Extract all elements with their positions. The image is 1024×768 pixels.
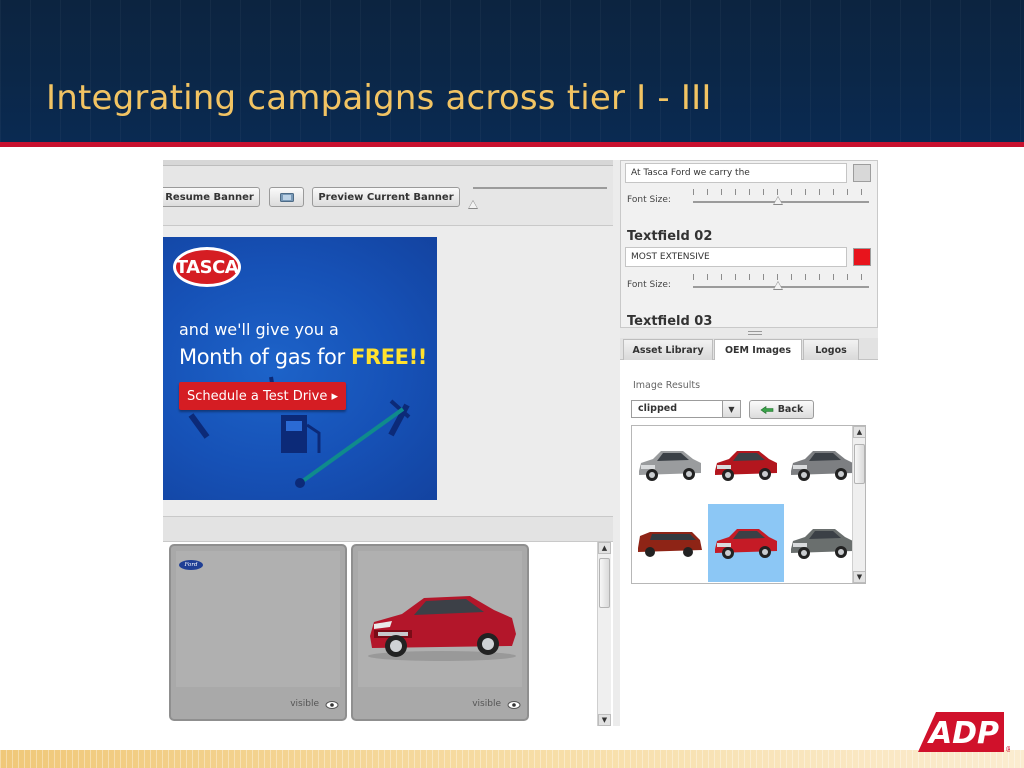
image-filter-select[interactable]: clipped ▼ (631, 400, 741, 418)
back-label: Back (777, 404, 804, 415)
car-image (715, 529, 777, 559)
header-texture (0, 0, 1024, 142)
zoom-slider[interactable] (473, 187, 607, 189)
slide-title: Integrating campaigns across tier I - II… (46, 78, 712, 118)
tab-oem-images[interactable]: OEM Images (714, 339, 802, 361)
image-filter-value: clipped (638, 403, 677, 414)
app-screenshot: Resume Banner Preview Current Banner TAS… (163, 160, 878, 726)
preview-toolbar: Resume Banner Preview Current Banner (163, 160, 613, 226)
snapshot-button[interactable] (269, 187, 304, 207)
footer-bar (0, 750, 1024, 768)
asset-strip: Ford visible visible ▲ ▼ (163, 542, 613, 726)
textfield-02-heading: Textfield 02 (627, 229, 713, 244)
car-image (715, 451, 777, 481)
scroll-up-arrow-icon[interactable]: ▲ (853, 426, 865, 438)
image-result-thumbnail[interactable] (632, 504, 708, 582)
oem-images-panel: Image Results clipped ▼ Back ▲ ▼ (620, 360, 878, 726)
splitter-grip-icon[interactable] (748, 331, 762, 335)
toolbar-top-strip (163, 160, 613, 166)
tab-asset-library[interactable]: Asset Library (623, 339, 713, 360)
font-size-label: Font Size: (627, 195, 671, 205)
font-size-ticks (693, 189, 869, 195)
asset-card-ford-logo[interactable]: Ford visible (169, 544, 347, 721)
back-button[interactable]: Back (749, 400, 814, 419)
banner-preview: TASCA and we'll give you a Month of gas … (163, 237, 437, 500)
red-sedan-image (368, 596, 516, 661)
tab-logos[interactable]: Logos (803, 339, 859, 360)
asset-card-preview: Ford (176, 551, 340, 687)
textfield-01-input[interactable]: At Tasca Ford we carry the (625, 163, 847, 183)
scrollbar-thumb[interactable] (854, 444, 865, 484)
schedule-test-drive-button[interactable]: Schedule a Test Drive ▸ (179, 382, 347, 410)
preview-current-banner-button[interactable]: Preview Current Banner (312, 187, 460, 207)
asset-card-car[interactable]: visible (351, 544, 529, 721)
asset-card-preview (358, 551, 522, 687)
adp-logo: ADP ® (918, 712, 1010, 754)
eye-icon[interactable] (325, 700, 339, 710)
image-result-thumbnail[interactable] (784, 504, 860, 582)
visibility-label: visible (472, 699, 501, 709)
car-image (639, 451, 701, 481)
header-divider (0, 142, 1024, 147)
ford-badge: Ford (179, 560, 203, 570)
textfield-03-heading: Textfield 03 (627, 314, 713, 329)
visibility-label: visible (290, 699, 319, 709)
banner-offer-text: Month of gas for (179, 345, 351, 369)
chevron-down-icon[interactable]: ▼ (722, 401, 740, 417)
image-result-thumbnail[interactable] (632, 426, 708, 504)
textfield-01-color-swatch[interactable] (853, 164, 871, 182)
eye-icon[interactable] (507, 700, 521, 710)
image-results-label: Image Results (633, 380, 701, 391)
asset-strip-header (163, 516, 613, 542)
scrollbar-thumb[interactable] (599, 558, 610, 608)
scroll-down-arrow-icon[interactable]: ▼ (598, 714, 611, 726)
font-size-slider-thumb[interactable] (773, 196, 783, 205)
car-image (638, 532, 702, 557)
textfield-properties-panel: At Tasca Ford we carry the Font Size: Te… (620, 160, 878, 329)
camera-icon (279, 193, 294, 202)
textfield-02-color-swatch[interactable] (853, 248, 871, 266)
back-arrow-icon (760, 405, 773, 414)
banner-headline: and we'll give you a (179, 320, 339, 339)
tasca-logo: TASCA (173, 247, 241, 287)
image-results-scrollbar[interactable]: ▲ ▼ (852, 426, 865, 583)
panel-splitter[interactable] (620, 328, 878, 338)
image-result-thumbnail[interactable] (784, 426, 860, 504)
font-size-ticks (693, 274, 869, 280)
image-result-thumbnail[interactable] (708, 426, 784, 504)
zoom-slider-thumb[interactable] (468, 200, 478, 209)
font-size-slider-thumb[interactable] (773, 281, 783, 290)
resume-banner-button[interactable]: Resume Banner (163, 187, 260, 207)
banner-offer: Month of gas for FREE!! (179, 345, 427, 369)
registered-mark: ® (1005, 745, 1010, 754)
font-size-label: Font Size: (627, 280, 671, 290)
scroll-up-arrow-icon[interactable]: ▲ (598, 542, 611, 554)
image-results-grid: ▲ ▼ (631, 425, 866, 584)
image-result-thumbnail[interactable] (708, 504, 784, 582)
asset-strip-scrollbar[interactable]: ▲ ▼ (597, 542, 611, 726)
car-image (791, 529, 853, 559)
adp-logo-text: ADP (927, 716, 999, 751)
scroll-down-arrow-icon[interactable]: ▼ (853, 571, 865, 583)
asset-tabs: Asset Library OEM Images Logos (620, 338, 878, 361)
car-image (791, 451, 853, 481)
banner-offer-highlight: FREE!! (350, 345, 427, 369)
slide: Integrating campaigns across tier I - II… (0, 0, 1024, 768)
textfield-02-input[interactable]: MOST EXTENSIVE (625, 247, 847, 267)
